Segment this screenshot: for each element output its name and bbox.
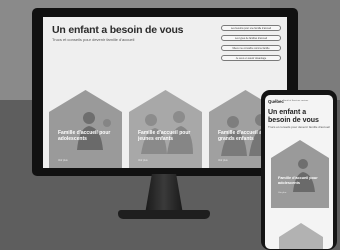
monitor-base (118, 210, 210, 219)
page-title: Un enfant a besoin de vous (268, 109, 319, 124)
card-jeunes-enfants[interactable]: Famille d'accueil pour jeunes enfants Vo… (129, 90, 202, 168)
page-subtitle: Trucs et conseils pour devenir famille d… (52, 37, 135, 42)
card-next-partial[interactable] (279, 223, 323, 249)
link-pill-types[interactable]: Les types de familles d'accueil (221, 35, 281, 41)
mobile-phone: Québec Santé et Services sociaux Un enfa… (261, 90, 337, 250)
link-pill-know[interactable]: Mieux me connaître comme famille (221, 45, 281, 51)
card-adolescents[interactable]: Famille d'accueil pour adolescents Voir … (49, 90, 122, 168)
card-title: Famille d'accueil pour jeunes enfants (138, 130, 191, 142)
card-title: Famille d'accueil pour adolescents (278, 176, 318, 185)
link-pill-more[interactable]: Je veux en savoir davantage (221, 55, 281, 61)
logo-tagline: Santé et Services sociaux (283, 100, 309, 102)
monitor-stand (145, 174, 183, 214)
house-shape-image (271, 140, 329, 208)
logo[interactable]: Québec (268, 99, 284, 104)
house-shape-image (129, 90, 202, 168)
card-title: Famille d'accueil pour adolescents (58, 130, 111, 142)
card-adolescents[interactable]: Famille d'accueil pour adolescents Voir … (271, 140, 329, 208)
page-subtitle: Trucs et conseils pour devenir famille d… (268, 125, 330, 129)
card-link[interactable]: Voir plus (138, 159, 148, 162)
card-link[interactable]: Voir plus (58, 159, 68, 162)
card-link[interactable]: Voir plus (278, 192, 286, 194)
phone-screen: Québec Santé et Services sociaux Un enfa… (265, 95, 333, 249)
page-title: Un enfant a besoin de vous (52, 24, 184, 36)
desktop-screen: Un enfant a besoin de vous Trucs et cons… (43, 17, 287, 168)
quick-links: Les besoins pour une famille d'accueil L… (221, 25, 281, 65)
link-pill-needs[interactable]: Les besoins pour une famille d'accueil (221, 25, 281, 31)
house-shape-image (279, 223, 323, 249)
card-link[interactable]: Voir plus (218, 159, 228, 162)
house-shape-image (49, 90, 122, 168)
desktop-monitor: Un enfant a besoin de vous Trucs et cons… (32, 8, 298, 176)
